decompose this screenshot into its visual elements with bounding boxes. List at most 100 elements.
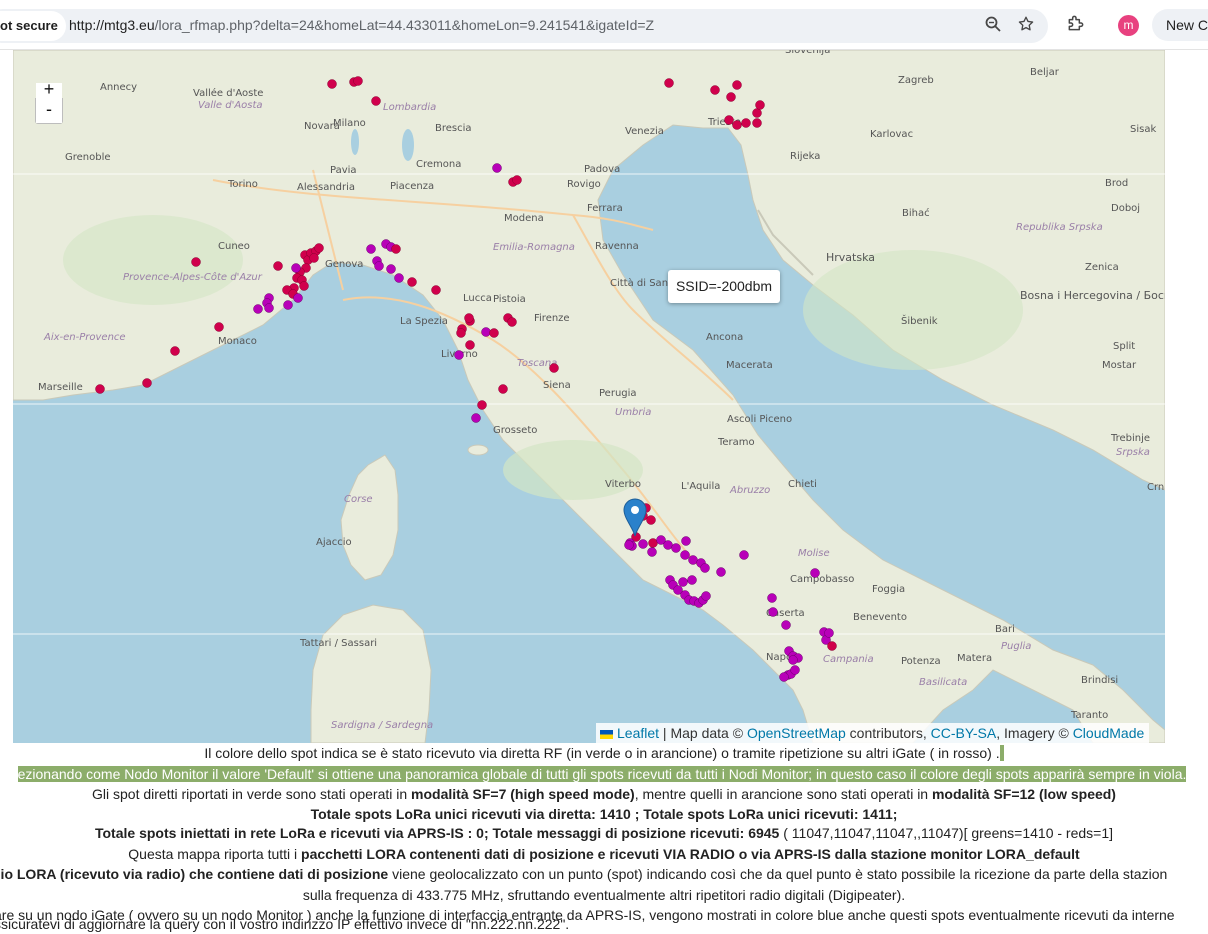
place-label: Brindisi	[1081, 675, 1118, 686]
cc-by-sa-link[interactable]: CC-BY-SA	[931, 725, 997, 741]
place-label: Sisak	[1130, 124, 1156, 135]
url-text[interactable]: http://mtg3.eu/lora_rfmap.php?delta=24&h…	[69, 17, 654, 33]
reception-spot[interactable]	[824, 628, 834, 638]
reception-spot[interactable]	[431, 285, 441, 295]
place-label: Brod	[1105, 178, 1128, 189]
reception-spot[interactable]	[456, 328, 466, 338]
reception-spot[interactable]	[671, 543, 681, 553]
reception-spot[interactable]	[391, 244, 401, 254]
map-tiles: SlovenijaZagrebBeljarAnnecyMilanoLombard…	[13, 50, 1165, 743]
reception-spot[interactable]	[663, 540, 673, 550]
reception-spot[interactable]	[264, 303, 274, 313]
reception-spot[interactable]	[454, 350, 464, 360]
reception-spot[interactable]	[191, 257, 201, 267]
star-icon[interactable]	[1016, 15, 1036, 35]
puzzle-icon[interactable]	[1064, 13, 1088, 37]
reception-spot[interactable]	[299, 281, 309, 291]
reception-spot[interactable]	[678, 577, 688, 587]
cloudmade-link[interactable]: CloudMade	[1073, 725, 1145, 741]
reception-spot[interactable]	[739, 550, 749, 560]
map-container[interactable]: Slovenija Zagreb Beljar Annecy Milano Lombard…	[13, 50, 1165, 743]
reception-spot[interactable]	[700, 563, 710, 573]
reception-spot[interactable]	[353, 76, 363, 86]
reception-spot[interactable]	[95, 384, 105, 394]
reception-spot[interactable]	[253, 304, 263, 314]
place-label: Perugia	[599, 388, 637, 399]
reception-spot[interactable]	[507, 317, 517, 327]
reception-spot[interactable]	[624, 540, 634, 550]
reception-spot[interactable]	[810, 568, 820, 578]
reception-spot[interactable]	[827, 641, 837, 651]
reception-spot[interactable]	[214, 322, 224, 332]
reception-spot[interactable]	[465, 340, 475, 350]
zoom-out-button[interactable]: -	[36, 99, 62, 123]
reception-spot[interactable]	[366, 244, 376, 254]
reception-spot[interactable]	[142, 378, 152, 388]
info-bold-text: modalità SF=7 (high speed mode)	[411, 786, 635, 802]
reception-spot[interactable]	[646, 515, 656, 525]
reception-spot[interactable]	[710, 85, 720, 95]
reception-spot[interactable]	[752, 108, 762, 118]
reception-spot[interactable]	[768, 607, 778, 617]
reception-spot[interactable]	[371, 96, 381, 106]
reception-spot[interactable]	[314, 243, 324, 253]
reception-spot[interactable]	[638, 539, 648, 549]
reception-spot[interactable]	[732, 80, 742, 90]
reception-spot[interactable]	[788, 655, 798, 665]
reception-spot[interactable]	[781, 620, 791, 630]
place-label: Campobasso	[790, 574, 854, 585]
reception-spot[interactable]	[716, 567, 726, 577]
magnifier-icon[interactable]	[983, 15, 1003, 35]
place-label: Provence-Alpes-Côte d'Azur	[123, 271, 263, 283]
reception-spot[interactable]	[687, 575, 697, 585]
reception-spot[interactable]	[779, 672, 789, 682]
zoom-in-button[interactable]: +	[36, 83, 62, 99]
reception-spot[interactable]	[726, 92, 736, 102]
reception-spot[interactable]	[681, 536, 691, 546]
reception-spot[interactable]	[309, 253, 319, 263]
place-label: Zagreb	[898, 75, 934, 86]
reception-spot[interactable]	[293, 293, 303, 303]
reception-spot[interactable]	[790, 665, 800, 675]
reception-spot[interactable]	[680, 550, 690, 560]
reception-spot[interactable]	[741, 118, 751, 128]
profile-avatar[interactable]: m	[1118, 15, 1139, 36]
reception-spot[interactable]	[464, 313, 474, 323]
reception-spot[interactable]	[170, 346, 180, 356]
reception-spot[interactable]	[701, 591, 711, 601]
reception-spot[interactable]	[512, 175, 522, 185]
reception-spot[interactable]	[394, 273, 404, 283]
reception-spot[interactable]	[498, 384, 508, 394]
osm-link[interactable]: OpenStreetMap	[747, 725, 846, 741]
place-label: Novara	[304, 121, 340, 132]
reception-spot[interactable]	[481, 327, 491, 337]
reception-spot[interactable]	[327, 79, 337, 89]
reception-spot[interactable]	[755, 100, 765, 110]
reception-spot[interactable]	[664, 78, 674, 88]
reception-spot[interactable]	[688, 555, 698, 565]
reception-spot[interactable]	[386, 264, 396, 274]
place-label: Šibenik	[901, 314, 938, 327]
reception-spot[interactable]	[732, 120, 742, 130]
new-chrome-chip[interactable]: New C	[1152, 9, 1208, 41]
reception-spot[interactable]	[407, 277, 417, 287]
place-label: Cremona	[416, 159, 461, 170]
reception-spot[interactable]	[471, 413, 481, 423]
reception-spot[interactable]	[492, 163, 502, 173]
security-chip[interactable]: ot secure	[0, 11, 66, 41]
reception-spot[interactable]	[291, 263, 301, 273]
info-line-aprs-totals: Totale spots iniettati in rete LoRa e ri…	[0, 823, 1208, 843]
reception-spot[interactable]	[647, 547, 657, 557]
reception-spot[interactable]	[767, 593, 777, 603]
reception-spot[interactable]	[477, 400, 487, 410]
reception-spot[interactable]	[648, 538, 658, 548]
reception-spot[interactable]	[752, 118, 762, 128]
leaflet-link[interactable]: Leaflet	[617, 725, 659, 741]
reception-spot[interactable]	[374, 261, 384, 271]
reception-spot[interactable]	[489, 328, 499, 338]
reception-spot[interactable]	[549, 363, 559, 373]
park-area	[63, 215, 243, 305]
reception-spot[interactable]	[273, 261, 283, 271]
reception-spot[interactable]	[724, 115, 734, 125]
reception-spot[interactable]	[283, 300, 293, 310]
